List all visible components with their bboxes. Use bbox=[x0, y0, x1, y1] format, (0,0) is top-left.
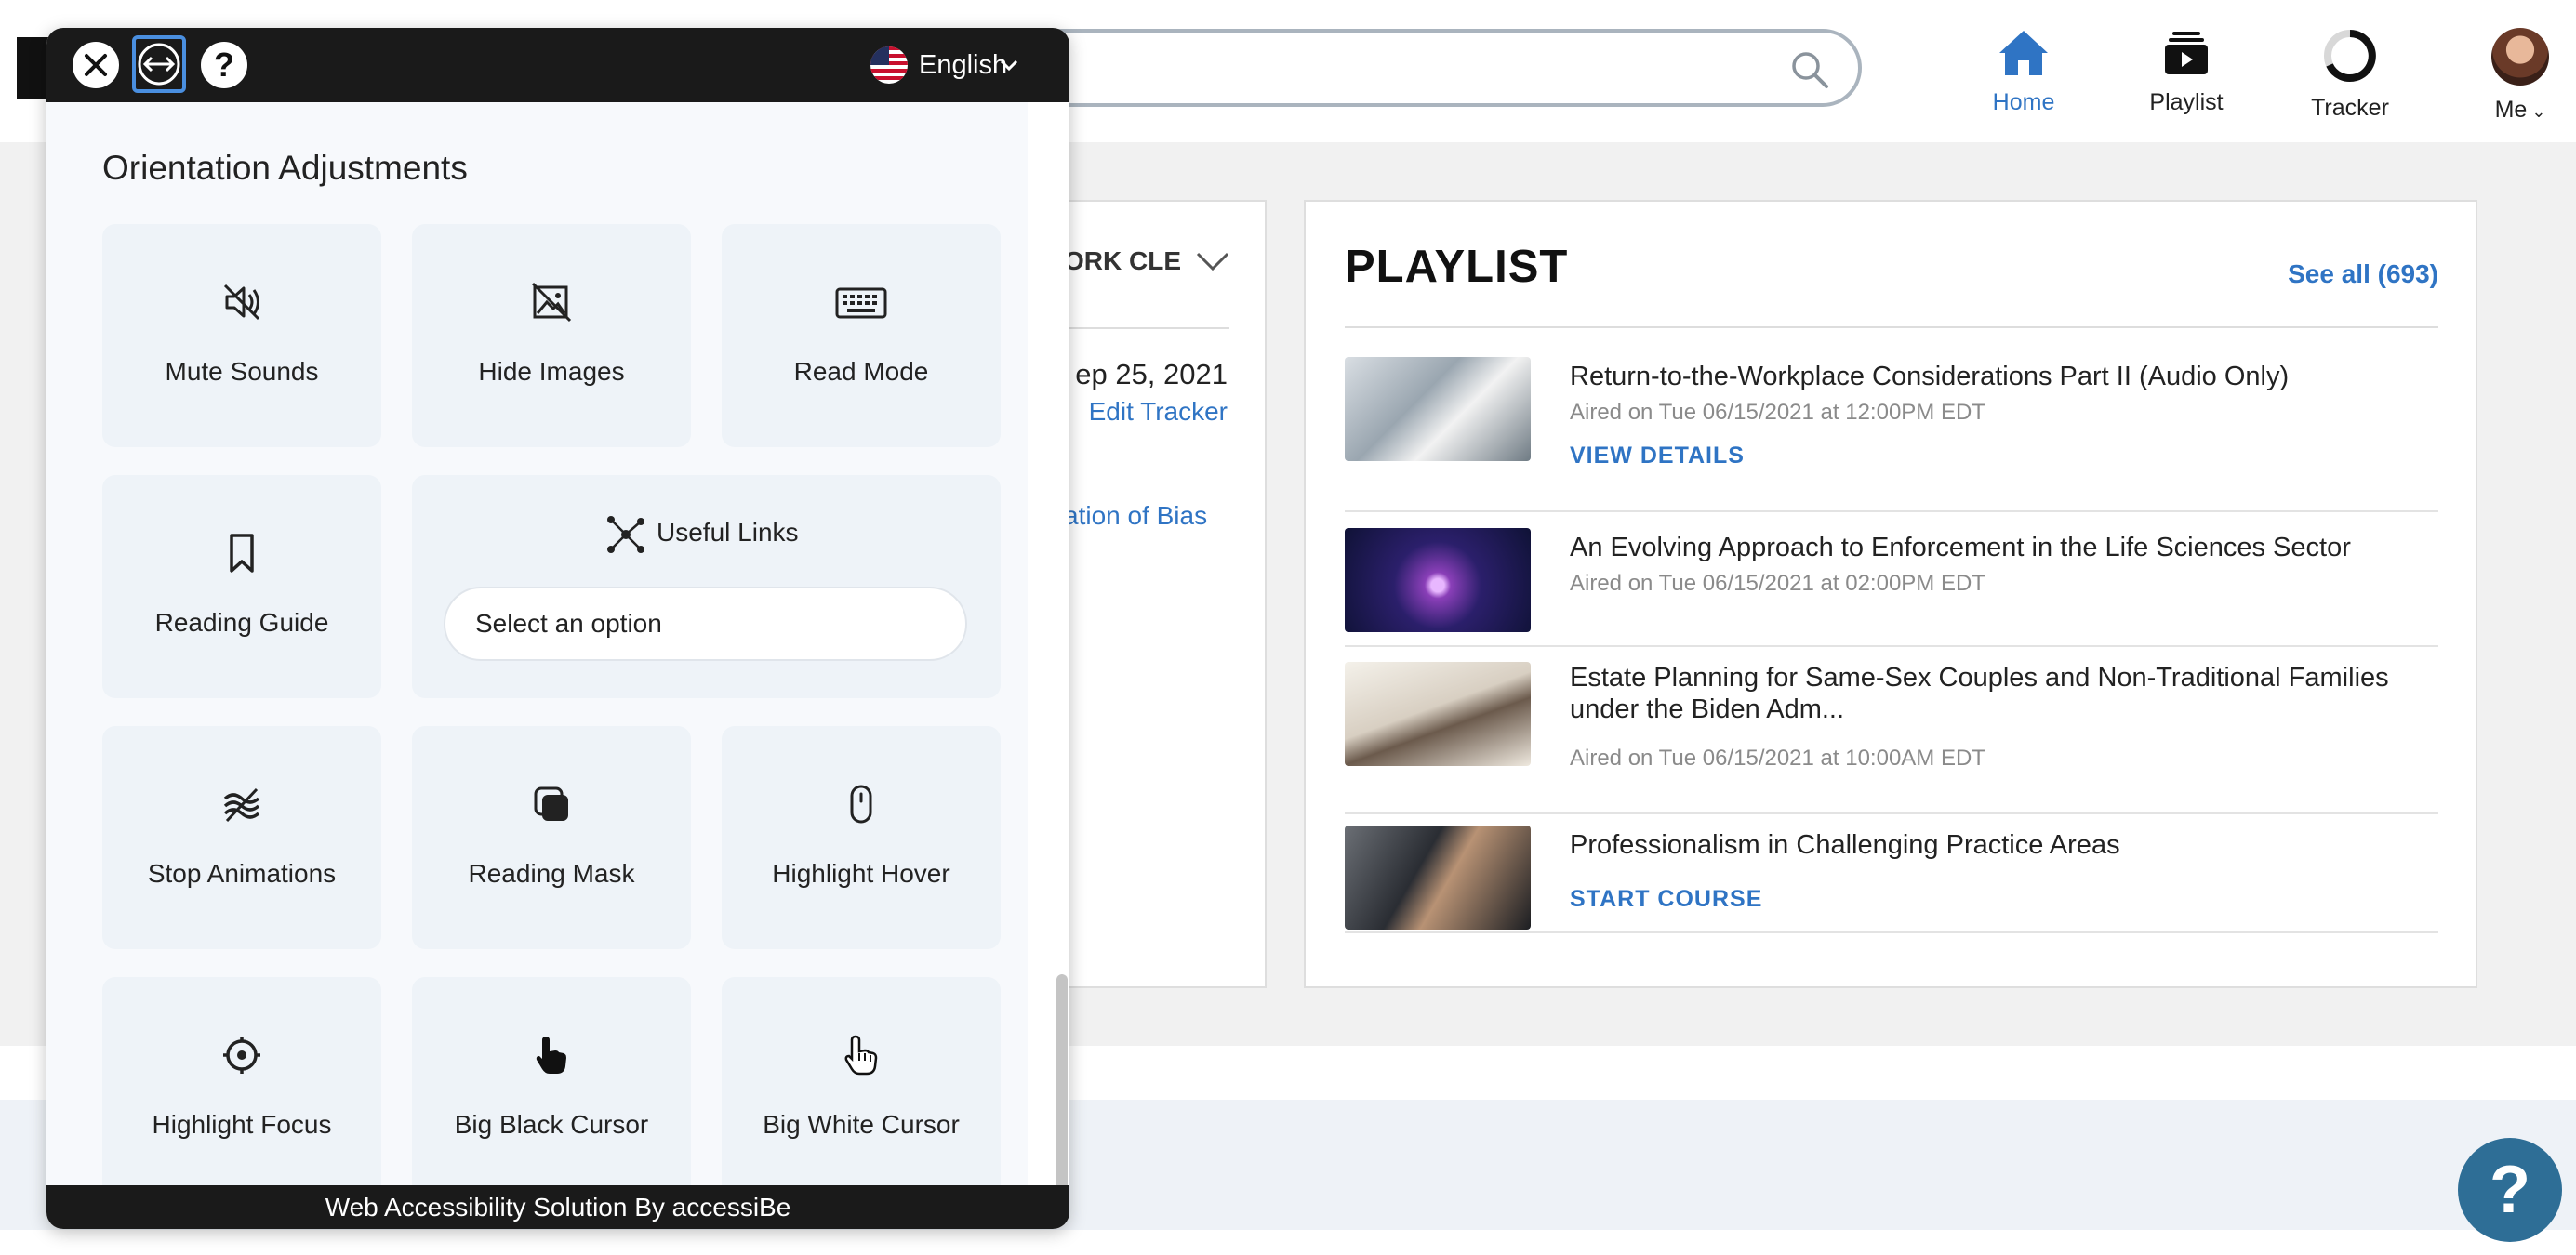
section-title: Orientation Adjustments bbox=[102, 149, 468, 187]
course-link[interactable]: ation of Bias bbox=[1064, 501, 1207, 531]
useful-links-tile: Useful Links Select an option bbox=[412, 475, 1001, 698]
tile-label: Hide Images bbox=[478, 357, 625, 386]
tile-label: Useful Links bbox=[657, 518, 799, 547]
useful-links-select[interactable]: Select an option bbox=[444, 587, 967, 661]
reading-mask-icon bbox=[534, 786, 568, 821]
playlist-item[interactable]: Professionalism in Challenging Practice … bbox=[1345, 812, 2438, 933]
move-widget-button[interactable] bbox=[132, 35, 186, 93]
course-title[interactable]: Professionalism in Challenging Practice … bbox=[1570, 829, 2407, 861]
close-icon bbox=[85, 54, 107, 76]
chevron-down-icon bbox=[1000, 59, 1018, 72]
white-hand-cursor-icon bbox=[844, 1035, 878, 1076]
aired-date: Aired on Tue 06/15/2021 at 02:00PM EDT bbox=[1570, 571, 1985, 596]
stop-animations-icon bbox=[223, 787, 260, 823]
chevron-down-icon: ⌄ bbox=[2527, 102, 2546, 121]
big-black-cursor-tile[interactable]: Big Black Cursor bbox=[412, 977, 691, 1200]
widget-scrollbar[interactable] bbox=[1056, 974, 1068, 1196]
widget-footer[interactable]: Web Accessibility Solution By accessiBe bbox=[46, 1185, 1069, 1229]
select-value: Select an option bbox=[475, 609, 662, 638]
help-button[interactable]: ? bbox=[2458, 1138, 2562, 1242]
highlight-hover-tile[interactable]: Highlight Hover bbox=[722, 726, 1001, 949]
widget-help-button[interactable]: ? bbox=[201, 42, 247, 88]
playlist-panel: PLAYLIST See all (693) Return-to-the-Wor… bbox=[1304, 200, 2477, 988]
close-button[interactable] bbox=[73, 42, 119, 88]
tile-label: Stop Animations bbox=[147, 859, 337, 888]
black-hand-cursor-icon bbox=[536, 1037, 566, 1074]
accessibility-widget: ? English Orientation Adjustments Mute S… bbox=[46, 28, 1069, 1229]
arrows-horizontal-icon bbox=[138, 43, 180, 86]
reading-guide-tile[interactable]: Reading Guide bbox=[102, 475, 381, 698]
tile-label: Reading Mask bbox=[468, 859, 635, 888]
focus-icon bbox=[223, 1037, 260, 1074]
avatar[interactable] bbox=[2491, 28, 2549, 86]
course-thumbnail[interactable] bbox=[1345, 662, 1531, 766]
aired-date: Aired on Tue 06/15/2021 at 12:00PM EDT bbox=[1570, 400, 1985, 425]
tile-label: Big White Cursor bbox=[763, 1110, 960, 1139]
widget-toolbar: ? English bbox=[46, 28, 1069, 102]
us-flag-icon bbox=[870, 46, 908, 84]
nav-tracker[interactable]: Tracker bbox=[2285, 28, 2415, 122]
tile-label: Read Mode bbox=[793, 357, 929, 386]
course-title[interactable]: An Evolving Approach to Enforcement in t… bbox=[1570, 532, 2407, 563]
widget-body: Orientation Adjustments Mute Sounds Hide… bbox=[46, 102, 1028, 1213]
language-label: English bbox=[919, 50, 1008, 80]
mute-sounds-tile[interactable]: Mute Sounds bbox=[102, 224, 381, 447]
nav-me-label: Me ⌄ bbox=[2494, 97, 2546, 123]
chevron-down-icon[interactable] bbox=[1194, 246, 1231, 274]
site-logo[interactable] bbox=[17, 37, 48, 99]
tile-label: Highlight Focus bbox=[152, 1110, 332, 1139]
reading-mask-tile[interactable]: Reading Mask bbox=[412, 726, 691, 949]
tile-label: Reading Guide bbox=[154, 608, 329, 637]
mute-sounds-icon bbox=[223, 284, 260, 321]
big-white-cursor-tile[interactable]: Big White Cursor bbox=[722, 977, 1001, 1200]
course-thumbnail[interactable] bbox=[1345, 826, 1531, 930]
divider bbox=[1345, 326, 2438, 328]
mouse-icon bbox=[850, 785, 872, 824]
see-all-link[interactable]: See all (693) bbox=[2288, 259, 2438, 289]
nav-home-label: Home bbox=[1992, 89, 2055, 115]
view-details-link[interactable]: VIEW DETAILS bbox=[1570, 443, 1745, 469]
course-thumbnail[interactable] bbox=[1345, 528, 1531, 632]
search-input[interactable] bbox=[1004, 29, 1862, 107]
tile-label: Big Black Cursor bbox=[454, 1110, 649, 1139]
nav-me[interactable]: Me ⌄ bbox=[2455, 28, 2576, 124]
playlist-item[interactable]: An Evolving Approach to Enforcement in t… bbox=[1345, 528, 2438, 647]
tile-label: Mute Sounds bbox=[165, 357, 319, 386]
keyboard-icon bbox=[835, 287, 887, 319]
network-icon bbox=[607, 516, 644, 553]
nav-playlist-label: Playlist bbox=[2149, 89, 2224, 115]
search-icon[interactable] bbox=[1789, 49, 1830, 90]
highlight-focus-tile[interactable]: Highlight Focus bbox=[102, 977, 381, 1200]
tracker-dropdown-label[interactable]: ORK CLE bbox=[1064, 246, 1181, 276]
tracker-date: ep 25, 2021 bbox=[1075, 358, 1228, 390]
aired-date: Aired on Tue 06/15/2021 at 10:00AM EDT bbox=[1570, 746, 1985, 771]
read-mode-tile[interactable]: Read Mode bbox=[722, 224, 1001, 447]
course-title[interactable]: Return-to-the-Workplace Considerations P… bbox=[1570, 361, 2407, 392]
stop-animations-tile[interactable]: Stop Animations bbox=[102, 726, 381, 949]
nav-playlist[interactable]: Playlist bbox=[2121, 28, 2251, 116]
start-course-link[interactable]: START COURSE bbox=[1570, 886, 1762, 913]
playlist-item[interactable]: Estate Planning for Same-Sex Couples and… bbox=[1345, 662, 2438, 814]
course-title[interactable]: Estate Planning for Same-Sex Couples and… bbox=[1570, 662, 2407, 725]
hide-images-tile[interactable]: Hide Images bbox=[412, 224, 691, 447]
page-band bbox=[0, 1230, 2576, 1255]
playlist-heading: PLAYLIST bbox=[1345, 242, 1569, 292]
tracker-icon bbox=[2324, 30, 2376, 82]
nav-tracker-label: Tracker bbox=[2311, 95, 2389, 121]
playlist-item[interactable]: Return-to-the-Workplace Considerations P… bbox=[1345, 357, 2438, 512]
bookmark-icon bbox=[230, 534, 254, 573]
course-thumbnail[interactable] bbox=[1345, 357, 1531, 461]
playlist-icon bbox=[2165, 32, 2208, 74]
hide-images-icon bbox=[531, 282, 572, 323]
tile-label: Highlight Hover bbox=[772, 859, 950, 888]
home-icon bbox=[1999, 31, 2048, 75]
edit-tracker-link[interactable]: Edit Tracker bbox=[1089, 397, 1228, 427]
nav-home[interactable]: Home bbox=[1959, 28, 2089, 116]
